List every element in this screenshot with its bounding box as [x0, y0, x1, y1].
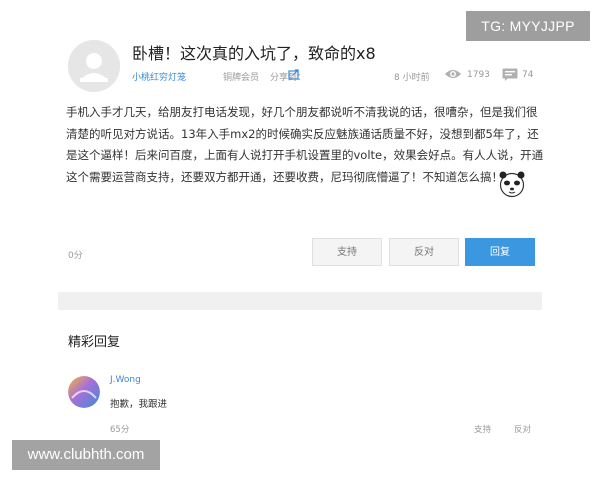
comment-icon [502, 68, 518, 81]
reply-avatar-logo-icon [68, 376, 100, 408]
view-count: 1793 [467, 70, 490, 80]
post-body-line: 手机入手才几天，给朋友打电话发现，好几个朋友都说听不清我说的话，很嘈杂，但是我们… [66, 105, 538, 119]
replies-heading: 精彩回复 [68, 335, 121, 350]
share-icon[interactable] [288, 69, 300, 80]
featured-replies: 精彩回复 J.Wong 抱歉，我跟进 65分 支持 反对 [58, 310, 542, 440]
reply-author-link[interactable]: J.Wong [110, 375, 141, 385]
reply-button[interactable]: 回复 [465, 238, 535, 266]
reply-text: 抱歉，我跟进 [110, 399, 168, 410]
watermark-telegram: TG: MYYJJPP [466, 11, 590, 41]
author-name-link[interactable]: 小桃红穷灯笼 [132, 70, 186, 83]
reply-oppose-link[interactable]: 反对 [514, 423, 531, 435]
post-score: 0分 [68, 251, 83, 261]
reply-support-link[interactable]: 支持 [474, 423, 491, 435]
post-title: 卧槽！这次真的入坑了，致命的x8 [132, 44, 376, 63]
watermark-site: www.clubhth.com [12, 440, 160, 470]
post-body-line: 清楚的听见对方说话。13年入手mx2的时候确实反应魅族通话质量不好，没想到都5年… [66, 126, 539, 141]
oppose-button[interactable]: 反对 [389, 238, 459, 266]
section-divider [58, 292, 542, 310]
post-meta: 小桃红穷灯笼 铜牌会员 分享到： 8 小时前 1793 74 [132, 68, 536, 86]
reply-score: 65分 [110, 425, 130, 435]
post-body: 手机入手才几天，给朋友打电话发现，好几个朋友都说听不清我说的话，很嘈杂，但是我们… [66, 102, 544, 188]
support-button[interactable]: 支持 [312, 238, 382, 266]
reply-avatar[interactable] [68, 376, 100, 408]
post-body-line: 这个需要运营商支持，还要双方都开通，还要收费，尼玛彻底懵逼了！不知道怎么搞！ [66, 169, 503, 184]
author-rank: 铜牌会员 [223, 73, 260, 83]
post-body-line: 是这个逼样！后来问百度，上面有人说打开手机设置里的volte，效果会好点。有人人… [66, 148, 544, 162]
panda-emoji-icon [499, 171, 525, 198]
eye-icon [445, 70, 461, 78]
comment-count: 74 [522, 70, 534, 80]
default-user-icon [68, 40, 120, 92]
post-time: 8 小时前 [394, 73, 430, 83]
author-avatar[interactable] [68, 40, 120, 92]
